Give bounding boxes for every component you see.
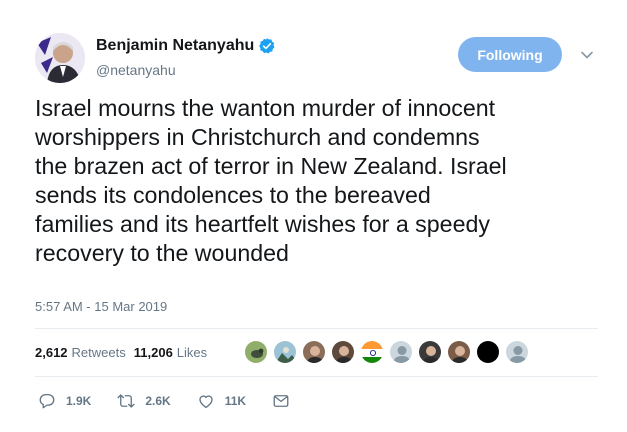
default-avatar[interactable] — [505, 340, 529, 364]
tweet-stats: 2,612 Retweets 11,206 Likes — [35, 345, 215, 360]
tweet-text-line: sends its condolences to the bereaved — [35, 182, 431, 208]
following-button[interactable]: Following — [458, 37, 562, 72]
envelope-icon — [273, 395, 289, 407]
author-avatar[interactable] — [35, 33, 85, 83]
tweet-text-line: the brazen act of terror in New Zealand.… — [35, 153, 507, 179]
retweets-stat[interactable]: 2,612 Retweets — [35, 345, 126, 360]
reply-icon — [39, 393, 55, 409]
retweets-count: 2,612 — [35, 345, 68, 360]
divider — [35, 328, 598, 329]
tweet-text: Israel mourns the wanton murder of innoc… — [35, 94, 610, 268]
likes-label: Likes — [176, 345, 208, 360]
black-avatar[interactable] — [476, 340, 500, 364]
divider — [35, 376, 598, 377]
reply-count: 1.9K — [66, 394, 92, 408]
person-photo-avatar[interactable] — [447, 340, 471, 364]
tweet-text-line: families and its heartfelt wishes for a … — [35, 211, 490, 237]
landscape-avatar[interactable] — [273, 340, 297, 364]
bird-photo-avatar[interactable] — [244, 340, 268, 364]
reply-button[interactable]: 1.9K — [38, 392, 91, 410]
heart-icon — [199, 395, 213, 409]
retweet-icon — [117, 394, 135, 408]
default-avatar[interactable] — [389, 340, 413, 364]
person-photo-avatar[interactable] — [418, 340, 442, 364]
verified-badge-icon — [259, 38, 275, 54]
likes-count: 11,206 — [133, 345, 173, 360]
tweet-text-line: Israel mourns the wanton murder of innoc… — [35, 95, 496, 121]
tweet-timestamp[interactable]: 5:57 AM - 15 Mar 2019 — [35, 299, 167, 314]
chevron-down-icon[interactable] — [580, 48, 594, 62]
retweets-label: Retweets — [71, 345, 126, 360]
retweet-button[interactable]: 2.6K — [117, 392, 171, 410]
tweet-actions: 1.9K 2.6K 11K — [38, 392, 316, 410]
author-name[interactable]: Benjamin Netanyahu — [96, 37, 254, 55]
tweet-text-line: worshippers in Christchurch and condemns — [35, 124, 480, 150]
tweet-text-line: recovery to the wounded — [35, 240, 289, 266]
direct-message-button[interactable] — [272, 392, 290, 410]
person-photo-avatar[interactable] — [302, 340, 326, 364]
person-photo-avatar[interactable] — [331, 340, 355, 364]
author-name-row[interactable]: Benjamin Netanyahu — [96, 37, 276, 55]
like-button[interactable]: 11K — [197, 392, 246, 410]
liker-avatars — [244, 340, 534, 364]
retweet-count: 2.6K — [145, 394, 171, 408]
author-handle[interactable]: @netanyahu — [96, 62, 176, 78]
likes-stat[interactable]: 11,206 Likes — [134, 345, 207, 360]
like-count: 11K — [224, 394, 247, 408]
india-flag-avatar[interactable] — [360, 340, 384, 364]
